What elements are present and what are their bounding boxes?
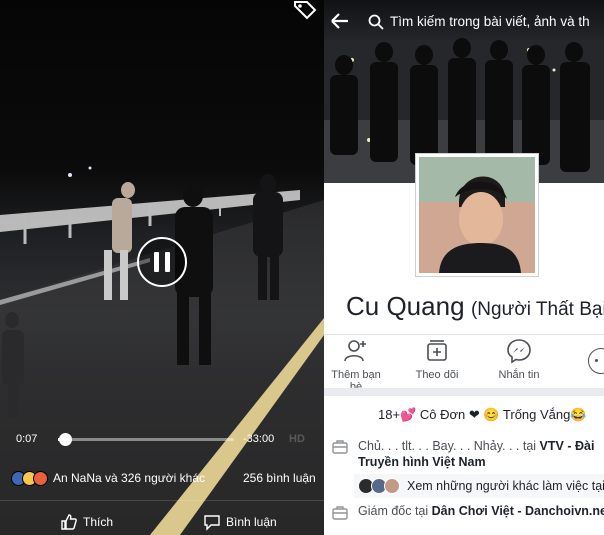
comment-label: Bình luận	[226, 515, 277, 529]
profile-picture[interactable]	[415, 153, 539, 277]
comment-button[interactable]: Bình luận	[203, 513, 277, 531]
work-entry-1-title: Chủ. . . tlt. . . Bay. . . Nhảy. . . tại	[358, 439, 540, 453]
add-friend-icon	[344, 340, 366, 362]
profile-page: Tìm kiếm trong bài viết, ảnh và th Cu Qu…	[324, 0, 604, 535]
message-label: Nhắn tin	[498, 369, 540, 381]
time-remaining: -33:00	[243, 433, 275, 445]
profile-photo	[419, 157, 535, 273]
action-divider	[0, 500, 324, 501]
more-icon	[595, 359, 598, 362]
pause-button[interactable]	[137, 237, 187, 287]
divider	[324, 334, 604, 335]
work-entry-2[interactable]: Giám đốc tại Dân Chơi Việt - Danchoivn.n…	[358, 504, 604, 518]
reactions-text: An NaNa và 326 người khác	[53, 471, 205, 485]
coworker-avatar	[384, 478, 400, 494]
pause-icon	[154, 252, 170, 272]
follow-icon	[427, 340, 447, 361]
back-arrow-icon[interactable]	[331, 13, 349, 29]
street-light	[88, 166, 92, 170]
thumbs-up-icon	[61, 514, 77, 530]
coworkers-text: Xem những người khác làm việc tại	[407, 479, 604, 493]
message-button[interactable]: Nhắn tin	[489, 338, 549, 381]
video-player[interactable]: 0:07 -33:00 HD An NaNa và 326 người khác…	[0, 0, 324, 535]
add-friend-button[interactable]: Thêm bạn bè	[324, 338, 388, 393]
follow-button[interactable]: Theo dõi	[407, 338, 467, 381]
work-entry-2-org[interactable]: Dân Chơi Việt - Danchoivn.net	[432, 504, 604, 518]
hd-badge[interactable]: HD	[289, 433, 305, 445]
divider	[324, 388, 604, 396]
comments-count[interactable]: 256 bình luận	[243, 471, 316, 485]
work-entry-2-title: Giám đốc tại	[358, 504, 432, 518]
search-icon	[368, 14, 384, 30]
messenger-icon	[507, 339, 531, 364]
comment-bubble-icon	[204, 515, 220, 531]
briefcase-icon	[332, 506, 348, 520]
coworkers-row[interactable]: Xem những người khác làm việc tại	[354, 474, 604, 498]
profile-nickname: (Người Thất Bại	[470, 299, 604, 320]
tag-icon[interactable]	[291, 0, 319, 22]
follow-label: Theo dõi	[415, 369, 459, 381]
profile-name: Cu Quang	[346, 291, 465, 321]
seek-handle[interactable]	[59, 433, 73, 446]
search-input[interactable]: Tìm kiếm trong bài viết, ảnh và th	[390, 14, 590, 29]
street-light	[68, 173, 72, 177]
like-button[interactable]: Thích	[60, 513, 113, 531]
time-current: 0:07	[16, 433, 38, 445]
more-button[interactable]	[588, 348, 604, 374]
like-label: Thích	[83, 515, 114, 529]
seek-bar[interactable]	[58, 433, 234, 446]
angry-reaction-icon	[33, 470, 48, 486]
profile-bio: 18+💕 Cô Đơn ❤ 😊 Trống Vắng😂	[378, 407, 587, 422]
profile-name-row: Cu Quang (Người Thất Bại	[346, 291, 604, 322]
briefcase-icon	[332, 440, 348, 454]
work-entry-1[interactable]: Chủ. . . tlt. . . Bay. . . Nhảy. . . tại…	[358, 438, 602, 470]
reactions-row[interactable]: An NaNa và 326 người khác	[11, 470, 205, 486]
